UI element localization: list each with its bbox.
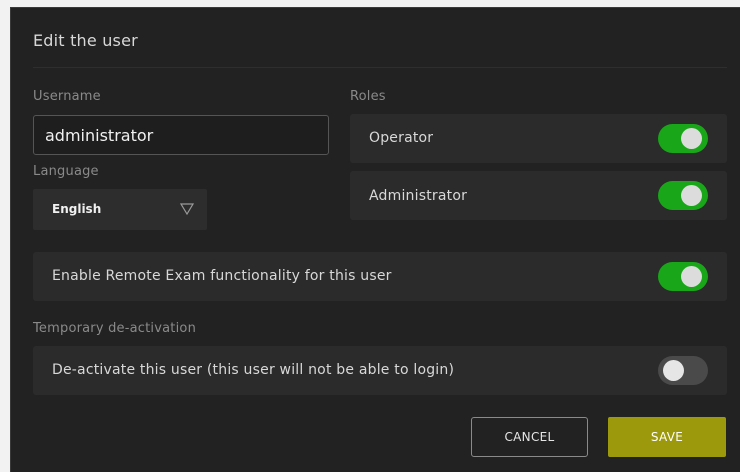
- role-administrator-toggle[interactable]: [658, 181, 708, 210]
- remote-exam-label: Enable Remote Exam functionality for thi…: [52, 268, 392, 284]
- username-input[interactable]: [33, 115, 329, 155]
- toggle-knob: [681, 266, 702, 287]
- role-row-operator: Operator: [350, 114, 727, 163]
- remote-exam-toggle[interactable]: [658, 262, 708, 291]
- language-select[interactable]: English: [33, 189, 207, 230]
- username-label: Username: [33, 89, 101, 104]
- cancel-button[interactable]: CANCEL: [471, 417, 588, 457]
- remote-exam-row: Enable Remote Exam functionality for thi…: [33, 252, 727, 301]
- deactivate-user-label: De-activate this user (this user will no…: [52, 362, 455, 378]
- toggle-knob: [681, 128, 702, 149]
- edit-user-dialog: Edit the user Username Language English …: [10, 7, 740, 472]
- toggle-knob: [681, 185, 702, 206]
- role-row-administrator: Administrator: [350, 171, 727, 220]
- role-operator-label: Operator: [369, 130, 434, 146]
- language-label: Language: [33, 164, 99, 179]
- role-operator-toggle[interactable]: [658, 124, 708, 153]
- save-button[interactable]: SAVE: [608, 417, 726, 457]
- title-divider: [33, 67, 727, 68]
- language-select-value: English: [52, 202, 102, 216]
- deactivation-section-label: Temporary de-activation: [33, 321, 197, 336]
- deactivate-user-row: De-activate this user (this user will no…: [33, 346, 727, 395]
- role-administrator-label: Administrator: [369, 188, 468, 204]
- toggle-knob: [663, 360, 684, 381]
- dialog-title: Edit the user: [33, 31, 138, 50]
- chevron-down-icon: [180, 203, 194, 215]
- deactivate-user-toggle[interactable]: [658, 356, 708, 385]
- roles-label: Roles: [350, 89, 386, 104]
